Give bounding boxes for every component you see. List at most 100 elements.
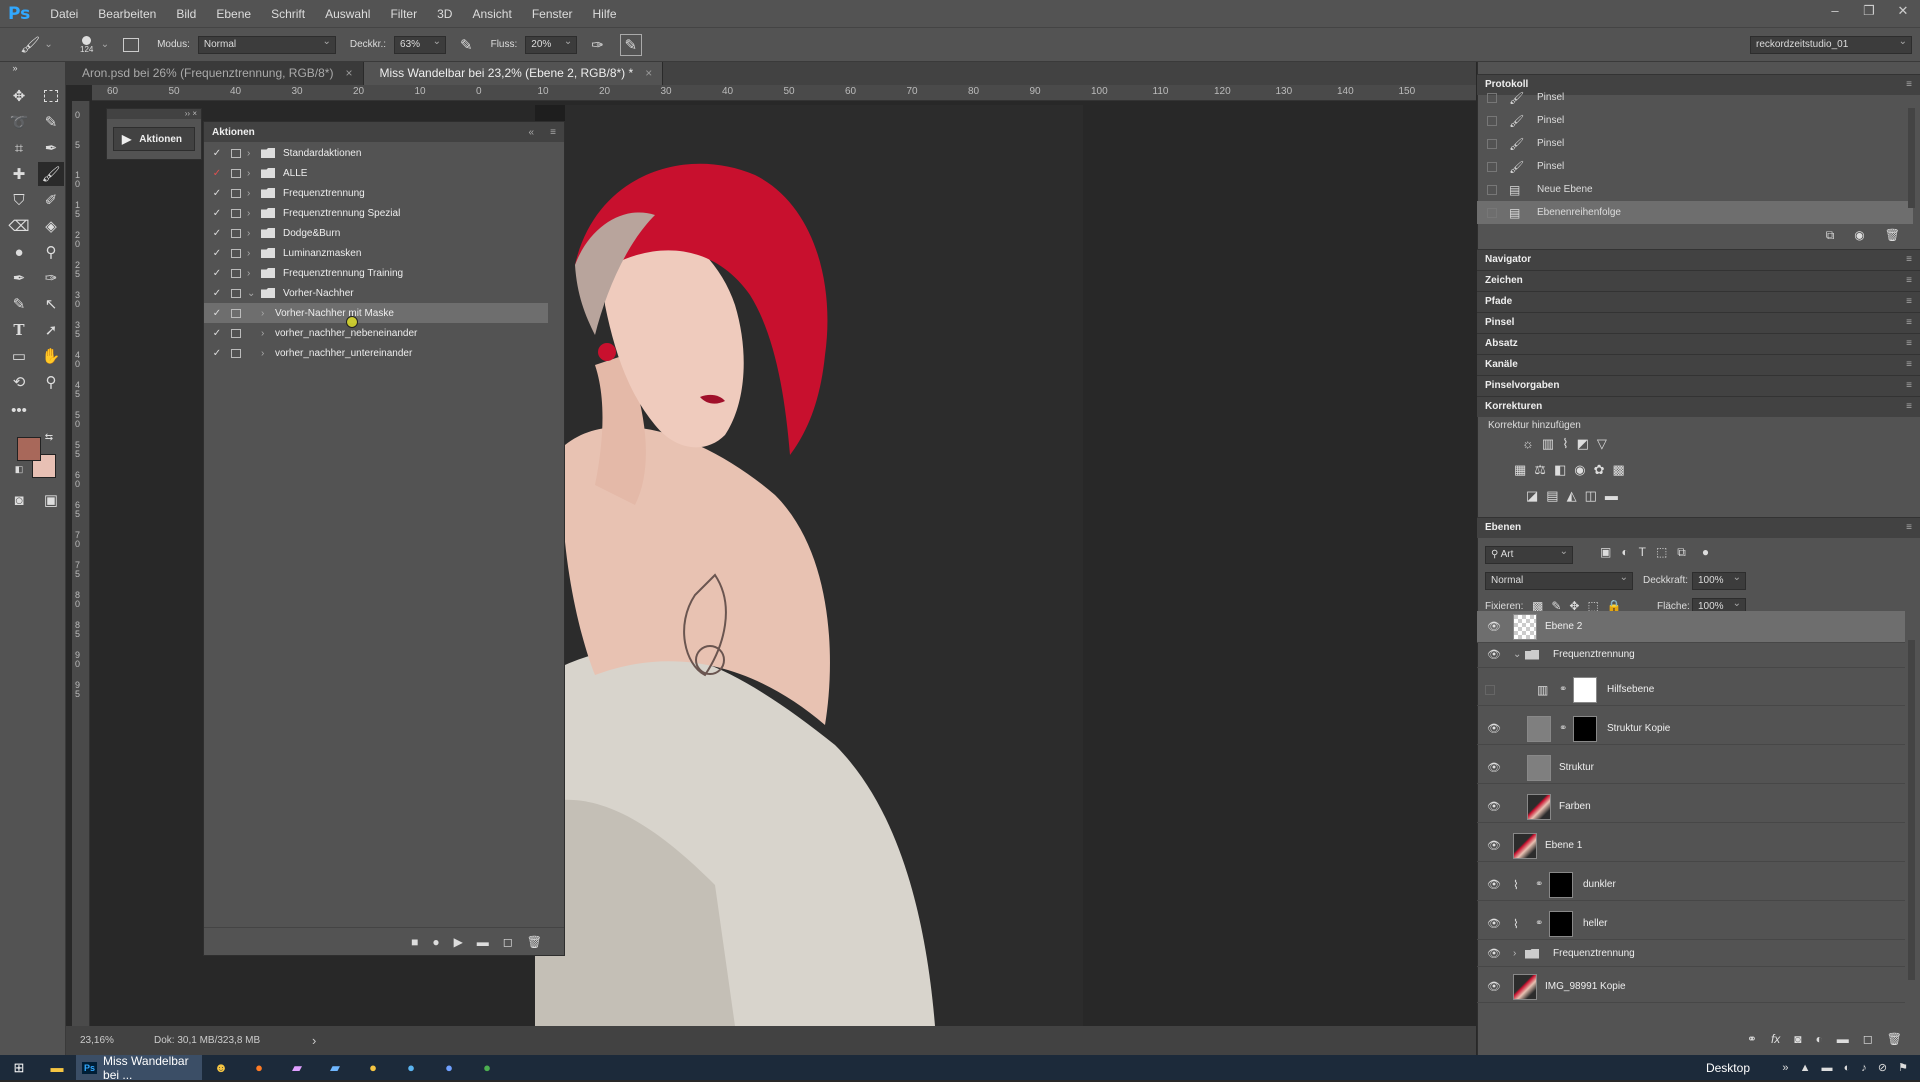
levels-adjustment-icon[interactable]: ▥ — [1537, 683, 1559, 697]
action-row[interactable]: ✓ › vorher_nachher_nebeneinander — [204, 323, 548, 343]
lightroom-icon[interactable]: ▰ — [316, 1055, 354, 1080]
type-filter-icon[interactable]: T — [1639, 545, 1646, 560]
eye-icon[interactable]: 👁 — [1481, 878, 1507, 891]
menu-hilfe[interactable]: Hilfe — [583, 7, 627, 21]
taskbar-app-icon[interactable]: ● — [430, 1055, 468, 1080]
curves-adjustment-icon[interactable]: ⌇ — [1513, 917, 1535, 931]
checkmark-icon[interactable]: ✓ — [209, 228, 225, 239]
chevron-down-icon[interactable]: ⌄ — [101, 39, 109, 50]
action-row[interactable]: ✓ › vorher_nachher_untereinander — [204, 343, 548, 363]
zoom-tool-icon[interactable]: ⚲ — [38, 370, 64, 394]
exposure-icon[interactable]: ◩ — [1577, 436, 1589, 452]
menu-3d[interactable]: 3D — [427, 7, 462, 21]
adjustment-filter-icon[interactable]: ◐ — [1621, 545, 1628, 560]
opacity-field[interactable]: 63% — [394, 34, 447, 54]
layers-scrollbar[interactable] — [1908, 640, 1915, 980]
layer-row[interactable]: 👁 ⌇ ⚭ heller — [1477, 908, 1905, 940]
menu-auswahl[interactable]: Auswahl — [315, 7, 380, 21]
chevron-down-icon[interactable]: ⌄ — [44, 39, 52, 50]
file-explorer-icon[interactable]: ▬ — [38, 1055, 76, 1080]
snapshot-source-box[interactable] — [1487, 138, 1497, 149]
action-row[interactable]: ✓ › Luminanzmasken — [204, 243, 548, 263]
taskbar-photoshop-item[interactable]: Ps Miss Wandelbar bei ... — [76, 1054, 202, 1082]
chevron-right-icon[interactable]: › — [247, 148, 261, 159]
desktop-toolbar-label[interactable]: Desktop — [1706, 1061, 1750, 1075]
layer-filter-select[interactable]: ⚲ Art — [1485, 544, 1573, 564]
new-action-icon[interactable]: ◻ — [503, 935, 513, 949]
checkmark-icon[interactable]: ✓ — [209, 248, 225, 259]
pen-tool-icon[interactable]: ✒ — [6, 266, 32, 290]
link-layers-icon[interactable]: ⚭ — [1747, 1032, 1757, 1046]
taskbar-app-icon[interactable]: ● — [392, 1055, 430, 1080]
paths-panel-header[interactable]: Pfade ≡ — [1477, 291, 1920, 312]
layer-thumbnail[interactable] — [1527, 793, 1551, 820]
taskbar-app-icon[interactable]: ☻ — [202, 1055, 240, 1080]
checkmark-icon[interactable]: ✓ — [209, 188, 225, 199]
brush-presets-panel-header[interactable]: Pinselvorgaben ≡ — [1477, 375, 1920, 396]
history-scrollbar[interactable] — [1908, 108, 1915, 208]
history-state-row[interactable]: 🖌 Pinsel — [1477, 132, 1913, 155]
windows-start-icon[interactable]: ⊞ — [0, 1055, 38, 1080]
layer-opacity-field[interactable]: 100% — [1692, 570, 1746, 590]
flow-field[interactable]: 20% — [525, 34, 578, 54]
history-state-row[interactable]: ▤ Ebenenreihenfolge — [1477, 201, 1913, 224]
color-balance-icon[interactable]: ⚖ — [1534, 462, 1546, 478]
action-row[interactable]: ✓ ⌄ Vorher-Nachher — [204, 283, 548, 303]
action-row[interactable]: ✓ › Frequenztrennung Training — [204, 263, 548, 283]
mode-select[interactable]: Normal — [197, 34, 336, 54]
brush-tool-icon[interactable]: 🖌 — [20, 35, 40, 55]
dialog-toggle-icon[interactable] — [231, 188, 241, 198]
mask-link-icon[interactable]: ⚭ — [1559, 723, 1571, 734]
default-colors-icon[interactable]: ◧ — [12, 462, 26, 476]
layers-panel-header[interactable]: Ebenen ≡ — [1477, 517, 1920, 538]
photo-filter-icon[interactable]: ◉ — [1574, 462, 1585, 478]
vibrance-icon[interactable]: ▽ — [1597, 436, 1607, 452]
menu-ansicht[interactable]: Ansicht — [462, 7, 521, 21]
curves-adjustment-icon[interactable]: ⌇ — [1513, 878, 1535, 892]
menu-bearbeiten[interactable]: Bearbeiten — [88, 7, 166, 21]
move-tool-icon[interactable]: ✥ — [6, 84, 32, 108]
menu-bild[interactable]: Bild — [166, 7, 206, 21]
foreground-color-swatch[interactable] — [17, 437, 41, 461]
dodge-tool-icon[interactable]: ⚲ — [38, 240, 64, 264]
layer-thumbnail[interactable] — [1513, 613, 1537, 640]
snapshot-source-box[interactable] — [1487, 207, 1497, 218]
blur-tool-icon[interactable]: ● — [6, 240, 32, 264]
dialog-toggle-icon[interactable] — [231, 208, 241, 218]
quick-mask-icon[interactable]: ◙ — [6, 488, 32, 512]
stop-recording-icon[interactable]: ■ — [411, 935, 418, 949]
chevron-right-icon[interactable]: › — [247, 268, 261, 279]
chevron-right-icon[interactable]: › — [261, 348, 275, 359]
path-selection-tool-icon[interactable]: ↖ — [38, 292, 64, 316]
restore-button[interactable]: ❐ — [1852, 0, 1886, 22]
action-row[interactable]: ✓ › Standardaktionen — [204, 143, 548, 163]
crop-tool-icon[interactable]: ⌗ — [6, 136, 32, 160]
pressure-opacity-icon[interactable]: ✎ — [460, 36, 473, 54]
posterize-icon[interactable]: ▤ — [1546, 488, 1558, 504]
menu-schrift[interactable]: Schrift — [261, 7, 315, 21]
navigator-panel-header[interactable]: Navigator ≡ — [1477, 249, 1920, 270]
pixel-filter-icon[interactable]: ▣ — [1600, 545, 1611, 560]
clone-stamp-tool-icon[interactable]: ⛉ — [6, 188, 32, 212]
quick-selection-tool-icon[interactable]: ✎ — [38, 110, 64, 134]
checkmark-icon[interactable]: ✓ — [209, 168, 225, 179]
history-state-row[interactable]: ▤ Neue Ebene — [1477, 178, 1913, 201]
checkmark-icon[interactable]: ✓ — [209, 268, 225, 279]
layer-thumbnail[interactable] — [1513, 973, 1537, 1000]
mask-link-icon[interactable]: ⚭ — [1535, 918, 1547, 929]
panel-menu-icon[interactable]: ≡ — [1906, 355, 1912, 375]
dialog-toggle-icon[interactable] — [231, 228, 241, 238]
layer-mask-thumbnail[interactable] — [1549, 871, 1573, 898]
menu-filter[interactable]: Filter — [380, 7, 427, 21]
action-row[interactable]: ✓ › ALLE — [204, 163, 548, 183]
tab-aron[interactable]: Aron.psd bei 26% (Frequenztrennung, RGB/… — [66, 62, 364, 85]
play-selection-icon[interactable]: ▶ — [454, 935, 463, 949]
brush-preset-picker[interactable]: 124 — [77, 35, 97, 54]
eye-icon[interactable]: 👁 — [1481, 800, 1507, 813]
tab-miss-wandelbar[interactable]: Miss Wandelbar bei 23,2% (Ebene 2, RGB/8… — [363, 62, 664, 85]
layer-row[interactable]: 👁 ⚭ Struktur Kopie — [1477, 713, 1905, 745]
eye-icon[interactable]: 👁 — [1481, 648, 1507, 661]
rectangle-tool-icon[interactable]: ▭ — [6, 344, 32, 368]
panel-menu-icon[interactable]: ≡ — [1906, 397, 1912, 417]
chevron-right-icon[interactable]: › — [1513, 948, 1525, 959]
